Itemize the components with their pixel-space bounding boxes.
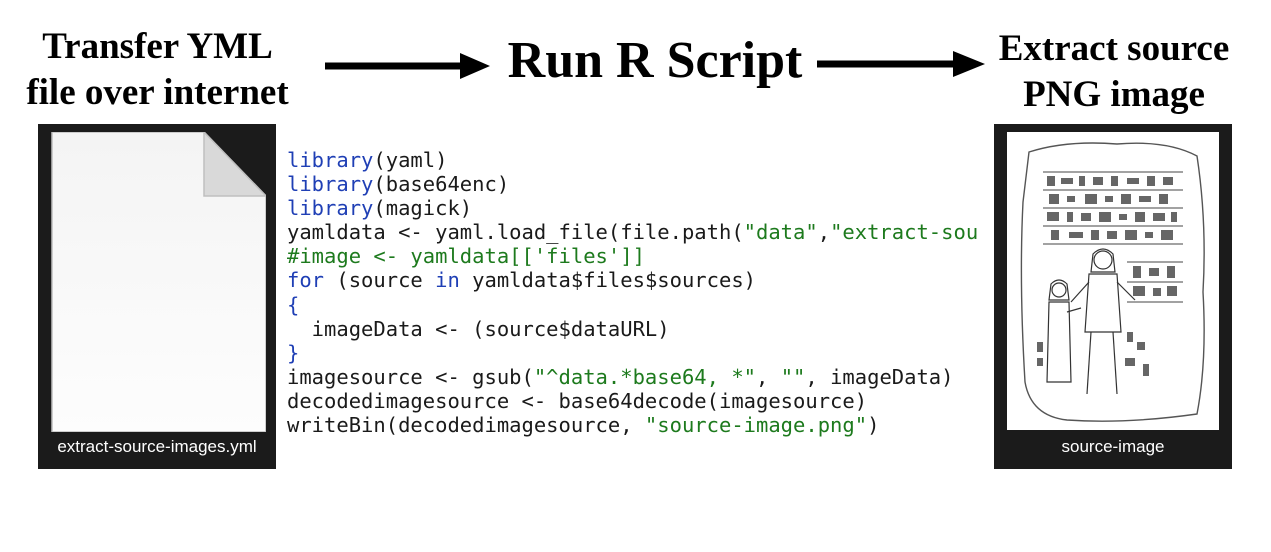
code-token: } [287, 340, 300, 365]
yml-file-tile[interactable]: extract-source-images.yml [38, 124, 276, 469]
source-image-caption: source-image [1061, 437, 1165, 456]
code-token: "data" [743, 220, 818, 245]
r-script-code: library(yaml) library(base64enc) library(m… [287, 148, 997, 448]
document-icon [51, 132, 266, 432]
code-token: ) [867, 413, 880, 438]
code-token: (base64enc) [373, 172, 510, 197]
code-line: imageData <- (source$dataURL) [287, 317, 997, 341]
code-token: library [287, 172, 374, 197]
code-token: library [287, 148, 374, 172]
code-token: (source [324, 268, 436, 293]
code-line: decodedimagesource <- base64decode(image… [287, 389, 997, 413]
yml-file-caption: extract-source-images.yml [57, 437, 257, 456]
code-token: , imageData) [805, 364, 954, 389]
code-token: library [287, 196, 374, 221]
code-token: "^data.*base64, *" [533, 364, 757, 389]
arrow-middle-to-right [817, 51, 985, 77]
code-line: library(magick) [287, 196, 997, 220]
code-token: writeBin(decodedimagesource, [287, 413, 645, 438]
code-line: { [287, 293, 997, 317]
code-token: #image <- yamldata[['files']] [287, 244, 645, 269]
code-line: } [287, 341, 997, 365]
code-line: library(yaml) [287, 148, 997, 172]
stela-drawing-icon [1020, 142, 1205, 422]
code-token: yamldata <- yaml.load_file(file.path( [287, 220, 744, 245]
code-line: for (source in yamldata$files$sources) [287, 268, 997, 292]
code-line: library(base64enc) [287, 172, 997, 196]
code-token: imageData <- (source$dataURL) [287, 316, 670, 341]
source-image-thumbnail [1007, 132, 1219, 430]
code-token: , [756, 364, 781, 389]
arrow-left-to-middle [325, 53, 490, 79]
code-token: , [817, 220, 831, 245]
code-token: { [287, 292, 300, 317]
code-token: yamldata$files$sources) [459, 268, 757, 293]
code-line: imagesource <- gsub("^data.*base64, *" , … [287, 365, 997, 389]
code-token: in [435, 268, 460, 293]
code-line: #image <- yamldata[['files']] [287, 244, 997, 268]
code-token: (yaml) [373, 148, 448, 172]
source-image-tile[interactable]: source-image [994, 124, 1232, 469]
code-token: (magick) [373, 196, 473, 221]
code-token: "" [780, 364, 806, 389]
code-line: yamldata <- yaml.load_file(file.path("da… [287, 220, 997, 244]
code-line: writeBin(decodedimagesource, "source-ima… [287, 413, 997, 437]
code-token: "extract-sou [830, 220, 979, 245]
code-token: for [287, 268, 325, 293]
code-token: imagesource <- gsub( [287, 364, 534, 389]
code-token: "source-image.png" [644, 413, 868, 438]
code-token: decodedimagesource <- base64decode(image… [287, 388, 868, 413]
